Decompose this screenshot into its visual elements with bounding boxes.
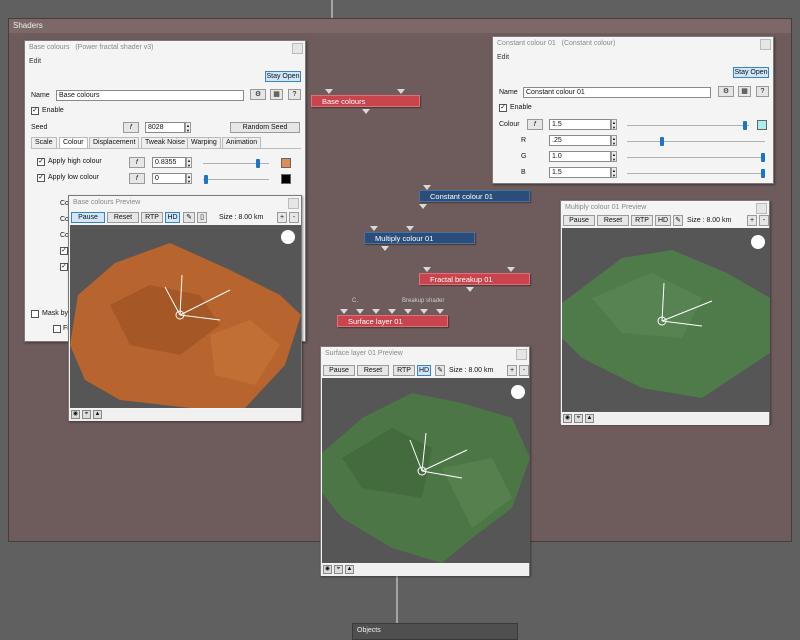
preview-size: Size : 8.00 km bbox=[687, 217, 732, 224]
port-triangle bbox=[420, 309, 428, 314]
terrain-render bbox=[562, 250, 770, 398]
close-button[interactable] bbox=[516, 349, 527, 360]
rtp-button[interactable]: RTP bbox=[631, 215, 653, 226]
objects-panel-title: Objects bbox=[357, 627, 381, 634]
preview-viewport[interactable] bbox=[562, 228, 770, 412]
multiply-colour-preview-window: Multiply colour 01 Preview Pause Reset R… bbox=[560, 200, 770, 425]
port-triangle bbox=[507, 267, 515, 272]
sun-icon bbox=[752, 236, 764, 248]
preview-bottom-bar: ◉ ⌖ ▲ bbox=[561, 413, 769, 425]
preview-size: Size : 8.00 km bbox=[449, 367, 494, 374]
zoom-out-button[interactable]: - bbox=[519, 365, 529, 376]
port-triangle bbox=[404, 309, 412, 314]
zoom-out-button[interactable]: - bbox=[759, 215, 769, 226]
port-triangle bbox=[423, 185, 431, 190]
camera-icon[interactable]: ▲ bbox=[345, 565, 354, 574]
port-triangle bbox=[466, 287, 474, 292]
terrain-render bbox=[70, 243, 301, 408]
hd-button[interactable]: HD bbox=[417, 365, 431, 376]
port-triangle bbox=[362, 109, 370, 114]
preview-viewport[interactable] bbox=[70, 225, 301, 408]
pause-button[interactable]: Pause bbox=[563, 215, 595, 226]
port-triangle bbox=[419, 204, 427, 209]
objects-panel[interactable]: Objects bbox=[352, 623, 518, 640]
port-triangle bbox=[388, 309, 396, 314]
eye-icon[interactable]: ◉ bbox=[323, 565, 332, 574]
port-triangle bbox=[325, 89, 333, 94]
zoom-out-button[interactable]: - bbox=[289, 212, 299, 223]
target-icon[interactable]: ⌖ bbox=[82, 410, 91, 419]
port-triangle bbox=[356, 309, 364, 314]
eye-icon[interactable]: ◉ bbox=[71, 410, 80, 419]
rtp-button[interactable]: RTP bbox=[141, 212, 163, 223]
render-icon[interactable]: ✎ bbox=[673, 215, 683, 226]
pause-button[interactable]: Pause bbox=[323, 365, 355, 376]
render-icon[interactable]: ✎ bbox=[435, 365, 445, 376]
preview-bottom-bar: ◉ ⌖ ▲ bbox=[69, 409, 301, 421]
reset-button[interactable]: Reset bbox=[107, 212, 139, 223]
zoom-in-button[interactable]: + bbox=[507, 365, 517, 376]
port-triangle bbox=[436, 309, 444, 314]
port-triangle bbox=[340, 309, 348, 314]
zoom-in-button[interactable]: + bbox=[747, 215, 757, 226]
port-triangle bbox=[372, 309, 380, 314]
sun-icon bbox=[512, 386, 524, 398]
port-triangle bbox=[370, 226, 378, 231]
close-button[interactable] bbox=[756, 203, 767, 214]
preview-bottom-bar: ◉ ⌖ ▲ bbox=[321, 564, 529, 576]
sun-icon bbox=[282, 231, 294, 243]
render-icon[interactable]: ✎ bbox=[183, 212, 195, 223]
base-colours-preview-window: Base colours Preview Pause Reset RTP HD … bbox=[68, 195, 302, 421]
port-triangle bbox=[423, 267, 431, 272]
camera-icon[interactable]: ▲ bbox=[585, 414, 594, 423]
port-triangle bbox=[397, 89, 405, 94]
preview-viewport[interactable] bbox=[322, 378, 530, 563]
eye-icon[interactable]: ◉ bbox=[563, 414, 572, 423]
terrain-render bbox=[322, 393, 530, 563]
reset-button[interactable]: Reset bbox=[357, 365, 389, 376]
surface-layer-preview-window: Surface layer 01 Preview Pause Reset RTP… bbox=[320, 346, 530, 576]
pause-button[interactable]: Pause bbox=[71, 212, 105, 223]
preview-title: Base colours Preview bbox=[73, 199, 141, 206]
hd-button[interactable]: HD bbox=[655, 215, 671, 226]
port-triangle bbox=[406, 226, 414, 231]
preview-title: Surface layer 01 Preview bbox=[325, 350, 403, 357]
lock-icon[interactable]: ▯ bbox=[197, 212, 207, 223]
target-icon[interactable]: ⌖ bbox=[334, 565, 343, 574]
zoom-in-button[interactable]: + bbox=[277, 212, 287, 223]
hd-button[interactable]: HD bbox=[165, 212, 180, 223]
close-button[interactable] bbox=[288, 198, 299, 209]
reset-button[interactable]: Reset bbox=[597, 215, 629, 226]
camera-icon[interactable]: ▲ bbox=[93, 410, 102, 419]
port-triangle bbox=[381, 246, 389, 251]
rtp-button[interactable]: RTP bbox=[393, 365, 415, 376]
target-icon[interactable]: ⌖ bbox=[574, 414, 583, 423]
preview-size: Size : 8.00 km bbox=[219, 214, 264, 221]
